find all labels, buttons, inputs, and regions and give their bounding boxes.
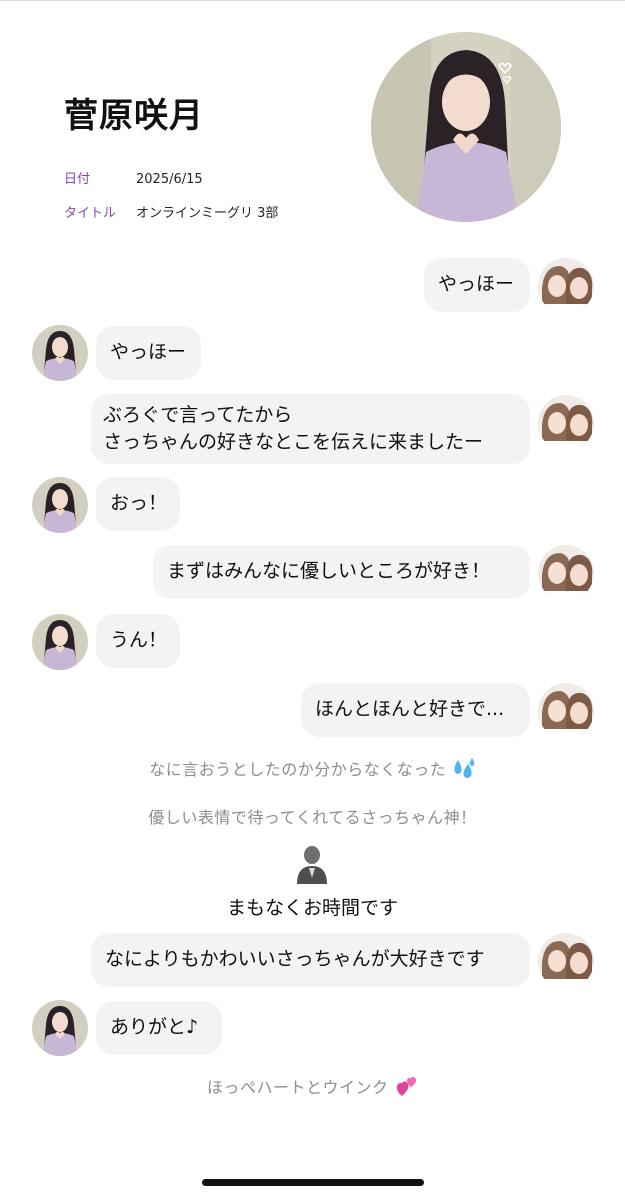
date-value: 2025/6/15: [136, 172, 203, 187]
bubble-line: ぶろぐで言ってたから: [103, 404, 293, 426]
home-indicator[interactable]: [202, 1179, 424, 1186]
top-divider: [0, 0, 625, 1]
staff-silhouette-icon: [295, 844, 329, 884]
bubble-line: さっちゃんの好きなとこを伝えに来ましたー: [103, 431, 484, 453]
fan-avatar: [538, 395, 594, 451]
idol-avatar: [32, 614, 88, 670]
two-hearts-icon: [394, 1076, 418, 1102]
chat-bubble-fan: まずはみんなに優しいところが好き！: [153, 545, 530, 599]
page-title: 菅原咲月: [64, 96, 204, 136]
title-label: タイトル: [64, 206, 117, 221]
chat-bubble-fan: やっほー: [424, 258, 530, 312]
profile-photo: [371, 32, 561, 222]
chat-bubble-fan: ほんとほんと好きで...: [301, 683, 530, 737]
date-row: 日付 2025/6/15: [64, 168, 203, 187]
idol-avatar: [32, 1000, 88, 1056]
fan-avatar: [538, 683, 594, 739]
chat-bubble-fan: なによりもかわいいさっちゃんが大好きです: [91, 933, 530, 987]
narration-text: なに言おうとしたのか分からなくなった: [149, 760, 447, 779]
narration-text: ほっぺハートとウインク: [206, 1078, 389, 1097]
narration-line: 優しい表情で待ってくれてるさっちゃん神！: [148, 808, 477, 827]
idol-avatar: [32, 325, 88, 381]
fan-avatar: [538, 258, 594, 314]
chat-bubble-idol: おっ！: [96, 477, 180, 531]
chat-bubble-idol: やっほー: [96, 326, 201, 380]
idol-avatar: [32, 477, 88, 533]
staff-notice: まもなくお時間です: [226, 897, 398, 919]
sweat-droplets-icon: [452, 757, 476, 784]
fan-avatar: [538, 933, 594, 989]
title-value: オンラインミーグリ 3部: [136, 206, 279, 221]
chat-bubble-idol: うん！: [96, 614, 180, 668]
chat-bubble-idol: ありがと♪: [96, 1001, 222, 1055]
chat-bubble-fan: ぶろぐで言ってたから さっちゃんの好きなとこを伝えに来ましたー: [91, 394, 530, 464]
narration-line: なに言おうとしたのか分からなくなった: [0, 756, 625, 784]
title-row: タイトル オンラインミーグリ 3部: [64, 202, 278, 221]
date-label: 日付: [64, 172, 91, 187]
narration-line: ほっぺハートとウインク: [0, 1074, 625, 1102]
fan-avatar: [538, 545, 594, 601]
